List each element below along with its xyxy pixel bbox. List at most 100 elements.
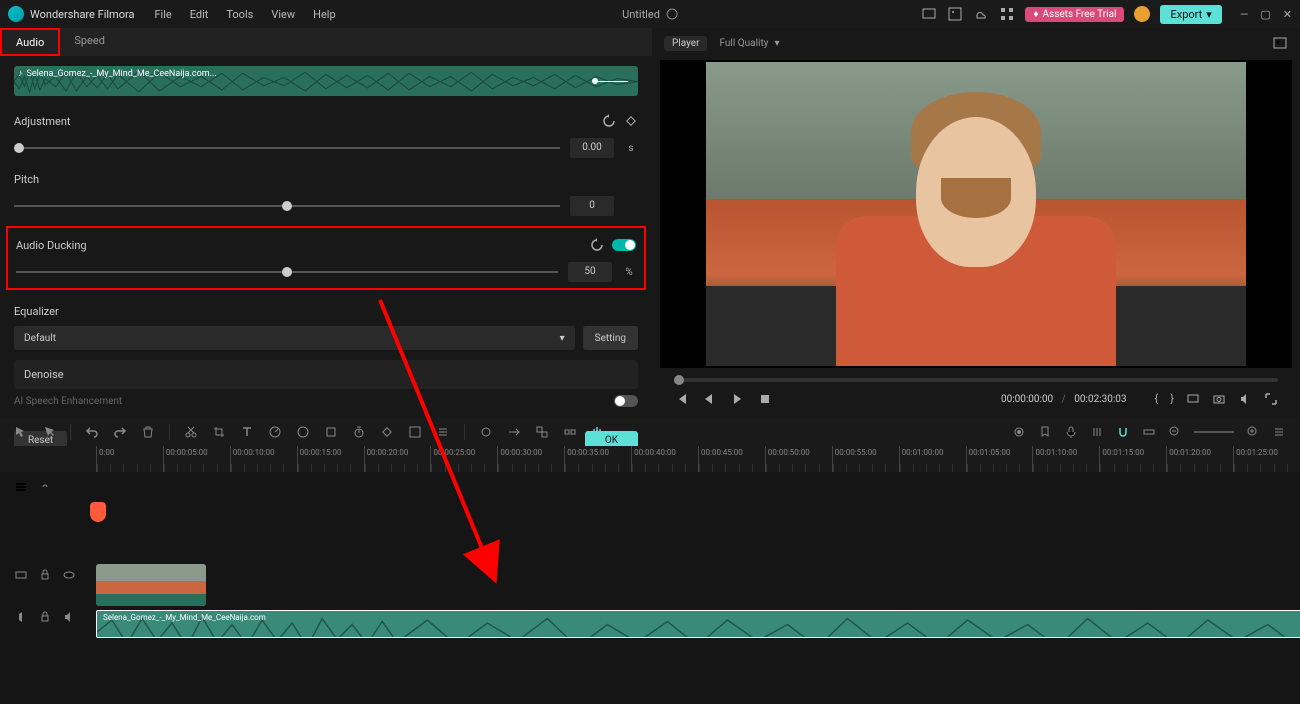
- camera-icon[interactable]: [1212, 392, 1226, 406]
- scrub-handle[interactable]: [674, 375, 684, 385]
- detach-icon[interactable]: [563, 425, 577, 439]
- adjustment-label: Adjustment: [14, 115, 71, 128]
- menu-tools[interactable]: Tools: [226, 8, 253, 21]
- assets-trial-badge[interactable]: ♦Assets Free Trial: [1025, 7, 1124, 22]
- green-screen-icon[interactable]: [408, 425, 422, 439]
- adjustment-value[interactable]: 0.00: [570, 138, 614, 158]
- adjustment-slider[interactable]: [14, 147, 560, 149]
- delete-icon[interactable]: [141, 425, 155, 439]
- ducking-value[interactable]: 50: [568, 262, 612, 282]
- mute-icon[interactable]: [62, 610, 76, 624]
- cursor-icon[interactable]: [42, 425, 56, 439]
- player-tab[interactable]: Player: [664, 36, 707, 51]
- video-preview[interactable]: [660, 60, 1292, 368]
- list-icon[interactable]: [1272, 425, 1286, 439]
- tab-audio[interactable]: Audio: [0, 28, 60, 56]
- main-area: Audio Speed ♪ Selena_Gomez_-_My_Mind_Me_…: [0, 28, 1300, 418]
- link-icon[interactable]: [1142, 425, 1156, 439]
- undo-icon[interactable]: [85, 425, 99, 439]
- text-icon[interactable]: [240, 425, 254, 439]
- fullscreen-icon[interactable]: [1264, 392, 1278, 406]
- user-avatar-icon[interactable]: [1134, 6, 1150, 22]
- zoom-in-icon[interactable]: [1246, 425, 1260, 439]
- video-track-icon[interactable]: [14, 568, 28, 582]
- adjustment-unit: s: [624, 143, 638, 154]
- timer-icon[interactable]: [352, 425, 366, 439]
- reset-icon[interactable]: [602, 114, 616, 128]
- adjust-icon[interactable]: [436, 425, 450, 439]
- play-backward-icon[interactable]: [702, 392, 716, 406]
- lock-icon[interactable]: [38, 610, 52, 624]
- mic-icon[interactable]: [1064, 425, 1078, 439]
- cloud-icon[interactable]: [973, 6, 989, 22]
- maximize-icon[interactable]: ▢: [1260, 8, 1270, 21]
- cut-icon[interactable]: [184, 425, 198, 439]
- playhead-handle[interactable]: [90, 502, 106, 522]
- reset-icon[interactable]: [590, 238, 604, 252]
- audio-adjust-icon[interactable]: [591, 425, 605, 439]
- stop-icon[interactable]: [758, 392, 772, 406]
- speed-icon[interactable]: [268, 425, 282, 439]
- ducking-unit: %: [622, 267, 636, 278]
- timeline-ruler[interactable]: 0:00 00:00:05:00 00:00:10:00 00:00:15:00…: [0, 446, 1300, 472]
- time-display: 00:00:00:00 / 00:02:30:03: [1001, 394, 1127, 405]
- motion-icon[interactable]: [507, 425, 521, 439]
- equalizer-select[interactable]: Default ▾: [14, 326, 575, 350]
- mark-in-icon[interactable]: {: [1155, 392, 1159, 406]
- audio-track-icon[interactable]: [14, 610, 28, 624]
- keyframe-icon[interactable]: [624, 114, 638, 128]
- play-icon[interactable]: [730, 392, 744, 406]
- snapshot-icon[interactable]: [1272, 35, 1288, 51]
- audio-clip[interactable]: Selena_Gomez_-_My_Mind_Me_CeeNaija.com: [96, 610, 1300, 638]
- export-button[interactable]: Export ▾: [1160, 5, 1221, 24]
- close-icon[interactable]: ✕: [1283, 8, 1292, 21]
- mask-icon[interactable]: [479, 425, 493, 439]
- cloud-sync-icon[interactable]: [666, 8, 678, 20]
- marker-icon[interactable]: [1038, 425, 1052, 439]
- quality-select[interactable]: Full Quality ▾: [719, 38, 779, 49]
- app-logo-icon: [8, 6, 24, 22]
- tab-speed[interactable]: Speed: [60, 28, 119, 56]
- effects-icon[interactable]: [324, 425, 338, 439]
- pitch-value[interactable]: 0: [570, 196, 614, 216]
- apps-icon[interactable]: [999, 6, 1015, 22]
- prev-frame-icon[interactable]: [674, 392, 688, 406]
- zoom-slider[interactable]: [1194, 431, 1234, 433]
- crop-icon[interactable]: [212, 425, 226, 439]
- display-icon[interactable]: [1186, 392, 1200, 406]
- ai-speech-section: AI Speech Enhancement: [14, 389, 638, 413]
- equalizer-setting-button[interactable]: Setting: [583, 326, 638, 350]
- minimize-icon[interactable]: —: [1240, 8, 1249, 21]
- color-icon[interactable]: [296, 425, 310, 439]
- menu-help[interactable]: Help: [313, 8, 336, 21]
- denoise-section[interactable]: Denoise: [14, 360, 638, 389]
- menu-edit[interactable]: Edit: [190, 8, 209, 21]
- record-icon[interactable]: [1012, 425, 1026, 439]
- volume-icon[interactable]: [1238, 392, 1252, 406]
- ducking-slider[interactable]: [16, 271, 558, 273]
- chevron-down-icon: ▾: [774, 38, 779, 49]
- ruler-label: 00:00:30:00: [500, 448, 542, 457]
- manage-tracks-icon[interactable]: [14, 480, 28, 494]
- redo-icon[interactable]: [113, 425, 127, 439]
- mark-out-icon[interactable]: }: [1170, 392, 1174, 406]
- group-icon[interactable]: [535, 425, 549, 439]
- menu-file[interactable]: File: [154, 8, 171, 21]
- keyframe-tb-icon[interactable]: [380, 425, 394, 439]
- video-clip[interactable]: [96, 564, 206, 606]
- eye-icon[interactable]: [62, 568, 76, 582]
- link-track-icon[interactable]: [38, 480, 52, 494]
- scrub-bar[interactable]: [674, 378, 1278, 382]
- menu-view[interactable]: View: [271, 8, 295, 21]
- pitch-slider[interactable]: [14, 205, 560, 207]
- screen-icon[interactable]: [921, 6, 937, 22]
- lock-icon[interactable]: [38, 568, 52, 582]
- ai-speech-toggle[interactable]: [614, 395, 638, 407]
- snap-icon[interactable]: [1116, 425, 1130, 439]
- ducking-toggle[interactable]: [612, 239, 636, 251]
- mixer-icon[interactable]: [1090, 425, 1104, 439]
- select-icon[interactable]: [14, 425, 28, 439]
- audio-waveform-preview[interactable]: ♪ Selena_Gomez_-_My_Mind_Me_CeeNaija.com…: [14, 66, 638, 96]
- zoom-out-icon[interactable]: [1168, 425, 1182, 439]
- image-icon[interactable]: [947, 6, 963, 22]
